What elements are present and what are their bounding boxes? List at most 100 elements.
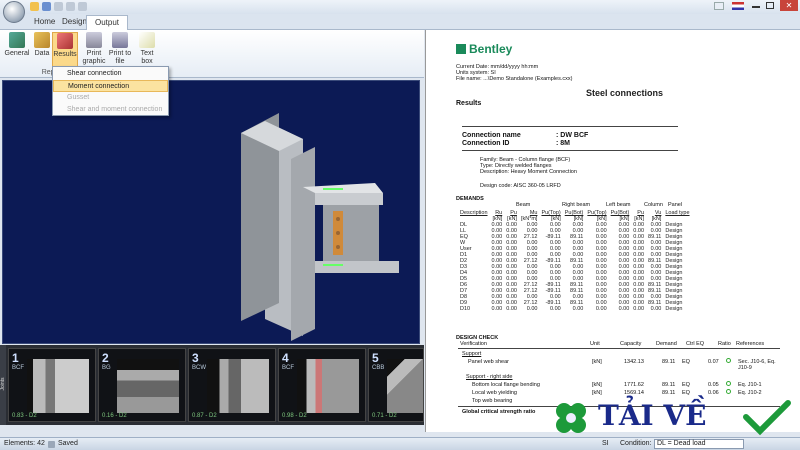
checkmark-icon bbox=[743, 400, 791, 436]
support-label: Support bbox=[462, 351, 482, 357]
thumbnail-ratio: 0.87 - D2 bbox=[192, 413, 217, 419]
undo-icon[interactable] bbox=[54, 2, 63, 11]
bolt bbox=[336, 217, 340, 221]
results-button[interactable]: Results bbox=[52, 32, 78, 70]
thumbnail-number: 1 bbox=[12, 351, 19, 365]
beam-top-flange bbox=[315, 193, 383, 205]
data-label: Data bbox=[34, 50, 50, 57]
general-icon bbox=[9, 32, 25, 48]
thumbnail-ratio: 0.16 - D2 bbox=[102, 413, 127, 419]
connection-id-label: Connection ID bbox=[462, 140, 510, 147]
thumbnail-2[interactable]: 2 BG 0.16 - D2 bbox=[98, 348, 186, 422]
menu-item-moment-connection[interactable]: Moment connection bbox=[53, 80, 168, 92]
general-button[interactable]: General bbox=[4, 32, 30, 70]
check-reference: Eq. J10-1 bbox=[738, 382, 762, 388]
menu-item-shear-connection[interactable]: Shear connection bbox=[53, 68, 168, 80]
print-graphic-button[interactable]: Print graphic bbox=[82, 32, 106, 70]
beam-web bbox=[323, 205, 379, 261]
bentley-logo-text: Bentley bbox=[469, 42, 513, 56]
help-icon[interactable] bbox=[714, 2, 724, 10]
check-unit: [kN] bbox=[592, 359, 602, 365]
saved-icon bbox=[48, 441, 55, 448]
thumbnail-label: BCF bbox=[282, 365, 294, 371]
joints-side-tab[interactable]: Joints bbox=[0, 345, 6, 425]
pass-indicator-icon bbox=[726, 389, 731, 394]
bentley-logo-icon bbox=[456, 44, 466, 54]
divider bbox=[458, 348, 780, 349]
print-to-file-button[interactable]: Print to file bbox=[108, 32, 132, 70]
table-cell: Load type bbox=[665, 210, 690, 216]
global-ratio-label: Global critical strength ratio bbox=[462, 409, 536, 415]
table-cell: 0.00 bbox=[650, 306, 662, 312]
check-ctrl-eq: EQ bbox=[682, 390, 690, 396]
thumbnail-image bbox=[387, 359, 423, 413]
open-icon[interactable] bbox=[30, 2, 39, 11]
group-header-column: Column bbox=[644, 202, 663, 208]
divider bbox=[462, 150, 678, 151]
thumbnail-image bbox=[117, 359, 179, 413]
close-icon[interactable]: ✕ bbox=[780, 0, 798, 11]
check-capacity: 1569.14 bbox=[624, 390, 644, 396]
thumbnail-label: CBB bbox=[372, 365, 385, 371]
group-header-right-beam: Right beam bbox=[562, 202, 591, 208]
check-name: Local web yielding bbox=[472, 390, 517, 396]
results-dropdown-menu: Shear connection Moment connection Gusse… bbox=[52, 66, 169, 116]
redo-icon[interactable] bbox=[66, 2, 75, 11]
thumbnail-ratio: 0.71 - D2 bbox=[372, 413, 397, 419]
3d-viewport[interactable] bbox=[2, 80, 420, 344]
table-row: D10 0.00 0.00 0.00 0.00 0.00 0.00 0.00 0.00 0.00 D… bbox=[458, 306, 692, 312]
report-title: Steel connections bbox=[586, 88, 664, 98]
dc-header-demand: Demand bbox=[656, 341, 677, 347]
check-unit: [kN] bbox=[592, 390, 602, 396]
general-label: General bbox=[4, 50, 30, 57]
app-menu-button[interactable] bbox=[3, 1, 25, 23]
save-icon[interactable] bbox=[42, 2, 51, 11]
divider bbox=[462, 126, 678, 127]
check-row-panel-web-shear: Panel web shear [kN] 1342.13 89.11 EQ 0.… bbox=[468, 358, 780, 373]
pass-indicator-icon bbox=[726, 381, 731, 386]
text-box-button[interactable]: Text box bbox=[134, 32, 160, 70]
language-flag-icon[interactable] bbox=[732, 2, 744, 10]
thumbnail-label: BCF bbox=[12, 365, 24, 371]
maximize-icon[interactable] bbox=[766, 2, 774, 9]
thumbnail-3[interactable]: 3 BCW 0.87 - D2 bbox=[188, 348, 276, 422]
check-name: Bottom local flange bending bbox=[472, 382, 540, 388]
table-cell: 0.00 bbox=[572, 306, 584, 312]
table-cell: Description bbox=[460, 210, 488, 216]
thumbnail-number: 2 bbox=[102, 351, 109, 365]
thumbnail-5[interactable]: 5 CBB 0.71 - D2 bbox=[368, 348, 424, 422]
thumbnail-4[interactable]: 4 BCF 0.98 - D2 bbox=[278, 348, 366, 422]
check-ctrl-eq: EQ bbox=[682, 382, 690, 388]
group-header-left-beam: Left beam bbox=[606, 202, 631, 208]
dc-header-ratio: Ratio bbox=[718, 341, 731, 347]
condition-select-value: DL = Dead load bbox=[657, 440, 706, 447]
thumbnail-image bbox=[207, 359, 269, 413]
table-cell: 0.00 bbox=[633, 306, 645, 312]
thumbnail-number: 3 bbox=[192, 351, 199, 365]
dc-header-ctrl-eq: Ctrl EQ bbox=[686, 341, 705, 347]
condition-select[interactable]: DL = Dead load bbox=[654, 439, 744, 449]
check-name: Panel web shear bbox=[468, 359, 509, 365]
group-header-panel: Panel bbox=[668, 202, 683, 208]
report-document[interactable]: Bentley Current Date: mm/dd/yyyy hh:mm U… bbox=[425, 30, 800, 432]
dc-header-capacity: Capacity bbox=[620, 341, 642, 347]
dropdown-icon[interactable] bbox=[78, 2, 87, 11]
bentley-logo: Bentley bbox=[456, 42, 512, 56]
thumbnail-label: BG bbox=[102, 365, 111, 371]
thumbnail-number: 4 bbox=[282, 351, 289, 365]
check-capacity: 1771.62 bbox=[624, 382, 644, 388]
thumbnail-image bbox=[27, 359, 89, 413]
minimize-icon[interactable] bbox=[752, 6, 760, 8]
watermark-text: TẢI VỀ bbox=[598, 399, 707, 432]
beam-bottom-flange bbox=[315, 261, 399, 273]
condition-label: Condition: bbox=[620, 440, 652, 447]
connection-3d-model bbox=[241, 113, 399, 341]
connection-name-label: Connection name bbox=[462, 132, 521, 139]
check-ratio: 0.06 bbox=[708, 390, 719, 396]
thumbnail-1[interactable]: 1 BCF 0.83 - D2 bbox=[8, 348, 96, 422]
results-icon bbox=[57, 33, 73, 49]
design-code-text: Design code: AISC 360-05 LRFD bbox=[480, 183, 561, 189]
table-cell: 0.00 bbox=[595, 306, 607, 312]
table-cell: 0.00 bbox=[506, 306, 517, 312]
tab-output[interactable]: Output bbox=[86, 15, 129, 30]
